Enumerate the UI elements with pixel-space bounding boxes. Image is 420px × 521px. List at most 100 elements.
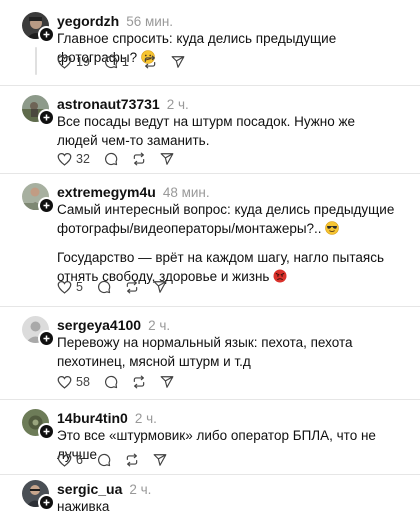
like-button[interactable]: 58 xyxy=(57,375,90,389)
share-icon xyxy=(160,153,174,165)
follow-plus-icon[interactable] xyxy=(38,197,55,214)
thread-line xyxy=(35,47,37,75)
comment-post: 14bur4tin0 2 ч. Это все «штурмовик» либо… xyxy=(0,409,420,471)
action-bar: 5 xyxy=(57,277,181,297)
action-bar: 58 xyxy=(57,372,188,392)
share-icon xyxy=(153,281,167,293)
avatar[interactable] xyxy=(22,316,55,347)
timestamp: 2 ч. xyxy=(148,317,171,333)
share-button[interactable] xyxy=(153,280,167,294)
comment-icon xyxy=(97,453,111,467)
comment-text: наживка xyxy=(57,497,407,516)
comment-header: 14bur4tin0 2 ч. xyxy=(57,409,157,427)
repost-icon xyxy=(126,453,138,467)
comment-line: Перевожу на нормальный язык: пехота, пех… xyxy=(57,335,353,369)
avatar[interactable] xyxy=(22,95,55,126)
timestamp: 2 ч. xyxy=(129,481,152,497)
comment-icon xyxy=(104,152,118,166)
divider xyxy=(0,306,420,307)
divider xyxy=(0,85,420,86)
follow-plus-icon[interactable] xyxy=(38,423,55,440)
comment-post: sergic_ua 2 ч. наживка xyxy=(0,480,420,520)
like-button[interactable]: 32 xyxy=(57,152,90,166)
comment-paragraph: Самый интересный вопрос: куда делись пре… xyxy=(57,202,395,236)
divider xyxy=(0,474,420,475)
avatar[interactable] xyxy=(22,409,55,440)
reply-button[interactable] xyxy=(104,152,118,166)
like-count: 32 xyxy=(76,152,90,166)
comment-icon xyxy=(104,375,118,389)
reply-button[interactable]: 1 xyxy=(104,55,129,69)
comment-post: extremegym4u 48 мин. Самый интересный во… xyxy=(0,183,420,298)
comment-post: astronaut73731 2 ч. Все посады ведут на … xyxy=(0,95,420,175)
like-button[interactable]: 5 xyxy=(57,280,83,294)
comment-header: astronaut73731 2 ч. xyxy=(57,95,189,113)
share-button[interactable] xyxy=(160,375,174,389)
divider xyxy=(0,399,420,400)
comment-header: sergic_ua 2 ч. xyxy=(57,480,151,498)
like-count: 19 xyxy=(76,55,90,69)
share-icon xyxy=(153,454,167,466)
comment-icon xyxy=(104,55,118,69)
repost-button[interactable] xyxy=(143,55,157,69)
repost-button[interactable] xyxy=(132,152,146,166)
username[interactable]: sergeya4100 xyxy=(57,317,141,333)
timestamp: 48 мин. xyxy=(162,184,210,200)
like-count: 58 xyxy=(76,375,90,389)
reply-button[interactable] xyxy=(97,453,111,467)
share-button[interactable] xyxy=(160,152,174,166)
comment-post: yegordzh 56 мин. Главное спросить: куда … xyxy=(0,12,420,78)
timestamp: 2 ч. xyxy=(166,96,189,112)
repost-button[interactable] xyxy=(125,453,139,467)
username[interactable]: yegordzh xyxy=(57,13,119,29)
like-count: 5 xyxy=(76,280,83,294)
comment-text: Перевожу на нормальный язык: пехота, пех… xyxy=(57,333,407,371)
like-button[interactable]: 19 xyxy=(57,55,90,69)
heart-icon xyxy=(57,453,72,467)
comment-header: sergeya4100 2 ч. xyxy=(57,316,170,334)
action-bar: 19 1 xyxy=(57,52,199,72)
follow-plus-icon[interactable] xyxy=(38,109,55,126)
comment-line: Все посады ведут на штурм посадок. Нужно… xyxy=(57,114,356,148)
repost-icon xyxy=(133,375,145,389)
username[interactable]: astronaut73731 xyxy=(57,96,160,112)
divider xyxy=(0,173,420,174)
like-button[interactable]: 6 xyxy=(57,453,83,467)
repost-icon xyxy=(126,280,138,294)
comment-post: sergeya4100 2 ч. Перевожу на нормальный … xyxy=(0,316,420,396)
heart-icon xyxy=(57,55,72,69)
comment-text: Самый интересный вопрос: куда делись пре… xyxy=(57,200,407,286)
reply-count: 1 xyxy=(121,55,129,69)
heart-icon xyxy=(57,280,72,294)
username[interactable]: extremegym4u xyxy=(57,184,156,200)
heart-icon xyxy=(57,375,72,389)
action-bar: 32 xyxy=(57,149,188,169)
share-button[interactable] xyxy=(153,453,167,467)
comment-header: extremegym4u 48 мин. xyxy=(57,183,210,201)
angry-face-icon xyxy=(273,269,287,283)
reply-button[interactable] xyxy=(97,280,111,294)
share-button[interactable] xyxy=(171,55,185,69)
comment-line: наживка xyxy=(57,499,110,514)
repost-button[interactable] xyxy=(125,280,139,294)
repost-icon xyxy=(133,152,145,166)
repost-button[interactable] xyxy=(132,375,146,389)
avatar[interactable] xyxy=(22,183,55,214)
timestamp: 56 мин. xyxy=(126,13,174,29)
username[interactable]: sergic_ua xyxy=(57,481,122,497)
follow-plus-icon[interactable] xyxy=(38,330,55,347)
reply-button[interactable] xyxy=(104,375,118,389)
timestamp: 2 ч. xyxy=(134,410,157,426)
comment-icon xyxy=(97,280,111,294)
comment-header: yegordzh 56 мин. xyxy=(57,12,173,30)
username[interactable]: 14bur4tin0 xyxy=(57,410,128,426)
heart-icon xyxy=(57,152,72,166)
follow-plus-icon[interactable] xyxy=(38,494,55,511)
share-icon xyxy=(171,56,185,68)
like-count: 6 xyxy=(76,453,83,467)
share-icon xyxy=(160,376,174,388)
avatar[interactable] xyxy=(22,12,55,43)
sunglasses-face-icon xyxy=(325,221,340,235)
avatar[interactable] xyxy=(22,480,55,511)
follow-plus-icon[interactable] xyxy=(38,26,55,43)
